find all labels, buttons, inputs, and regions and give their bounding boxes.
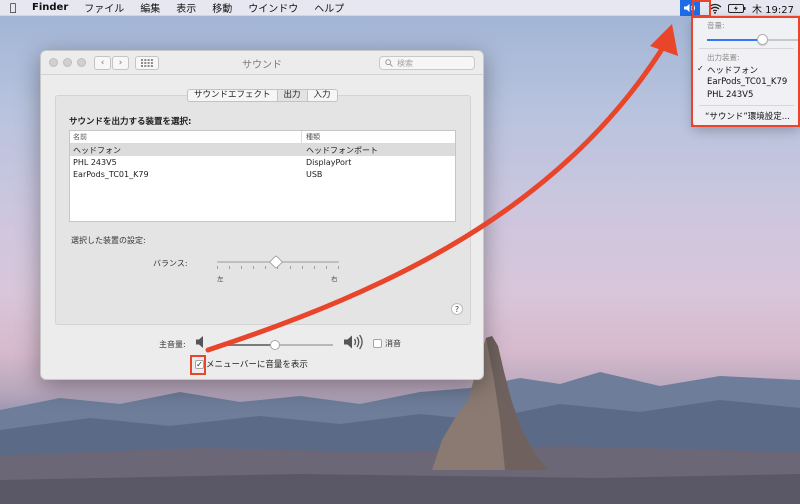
back-button[interactable]: ‹ (94, 56, 111, 70)
battery-icon[interactable] (726, 0, 748, 16)
master-volume-slider[interactable] (217, 340, 333, 350)
search-field[interactable]: 検索 (379, 56, 475, 70)
menubar-clock[interactable]: 木 19:27 (748, 1, 800, 16)
search-icon (385, 59, 393, 67)
tab-input[interactable]: 入力 (308, 90, 337, 101)
help-button[interactable]: ? (451, 303, 463, 315)
balance-slider[interactable] (217, 254, 339, 270)
menu-window[interactable]: ウインドウ (240, 0, 306, 15)
device-name: EarPods_TC01_K79 (73, 169, 149, 179)
annotation-box-checkbox (190, 355, 206, 375)
menu-bar:  Finder ファイル 編集 表示 移動 ウインドウ ヘルプ 木 19:27 (0, 0, 800, 16)
output-heading: サウンドを出力する装置を選択: (69, 117, 192, 127)
mute-label: 消音 (385, 339, 401, 348)
chevron-left-icon: ‹ (100, 58, 105, 68)
show-volume-in-menubar-label: メニューバーに音量を表示 (206, 360, 308, 370)
column-header-type[interactable]: 種類 (302, 132, 320, 142)
menu-edit[interactable]: 編集 (132, 0, 168, 15)
show-all-button[interactable] (135, 56, 159, 70)
table-row[interactable]: PHL 243V5 DisplayPort (70, 156, 455, 168)
menu-help[interactable]: ヘルプ (306, 0, 352, 15)
master-volume-fill (217, 344, 275, 346)
device-type: DisplayPort (306, 157, 352, 167)
grid-icon (141, 59, 153, 67)
device-name: ヘッドフォン (73, 145, 121, 155)
output-device-table: 名前 種類 ヘッドフォン ヘッドフォンポート PHL 243V5 Display… (69, 130, 456, 222)
table-header: 名前 種類 (70, 131, 455, 144)
menu-view[interactable]: 表示 (168, 0, 204, 15)
device-type: USB (306, 169, 323, 179)
balance-left-label: 左 (217, 275, 224, 283)
balance-right-label: 右 (331, 275, 338, 283)
master-volume-label: 主音量: (159, 340, 186, 349)
forward-button[interactable]: › (112, 56, 129, 70)
close-button[interactable] (49, 58, 58, 67)
balance-ticks (217, 266, 339, 270)
mute-checkbox[interactable] (373, 339, 382, 348)
chevron-right-icon: › (118, 58, 123, 68)
menu-file[interactable]: ファイル (76, 0, 132, 15)
master-volume-thumb[interactable] (270, 340, 280, 350)
device-type: ヘッドフォンポート (306, 145, 378, 155)
minimize-button[interactable] (63, 58, 72, 67)
annotation-box-volume-menu (691, 16, 800, 127)
annotation-box-status-icon (692, 0, 711, 17)
menu-app-name[interactable]: Finder (26, 2, 76, 13)
column-header-name[interactable]: 名前 (70, 131, 302, 143)
table-row[interactable]: EarPods_TC01_K79 USB (70, 168, 455, 180)
apple-logo-icon[interactable]:  (0, 1, 26, 14)
table-row[interactable]: ヘッドフォン ヘッドフォンポート (70, 144, 455, 156)
device-name: PHL 243V5 (73, 157, 117, 167)
window-titlebar: ‹ › サウンド 検索 (41, 51, 483, 75)
menu-go[interactable]: 移動 (204, 0, 240, 15)
tab-sound-effects[interactable]: サウンドエフェクト (188, 90, 278, 101)
zoom-button[interactable] (77, 58, 86, 67)
device-settings-label: 選択した装置の設定: (71, 236, 146, 245)
tab-output[interactable]: 出力 (277, 90, 308, 101)
speaker-low-icon (196, 336, 203, 348)
search-placeholder: 検索 (397, 58, 413, 68)
speaker-high-icon (344, 334, 363, 350)
tab-bar: サウンドエフェクト 出力 入力 (187, 89, 338, 102)
balance-label: バランス: (153, 259, 188, 268)
sound-preferences-window: ‹ › サウンド 検索 サウンドエフェクト 出力 入力 サウンドを出力する装置を… (40, 50, 484, 380)
